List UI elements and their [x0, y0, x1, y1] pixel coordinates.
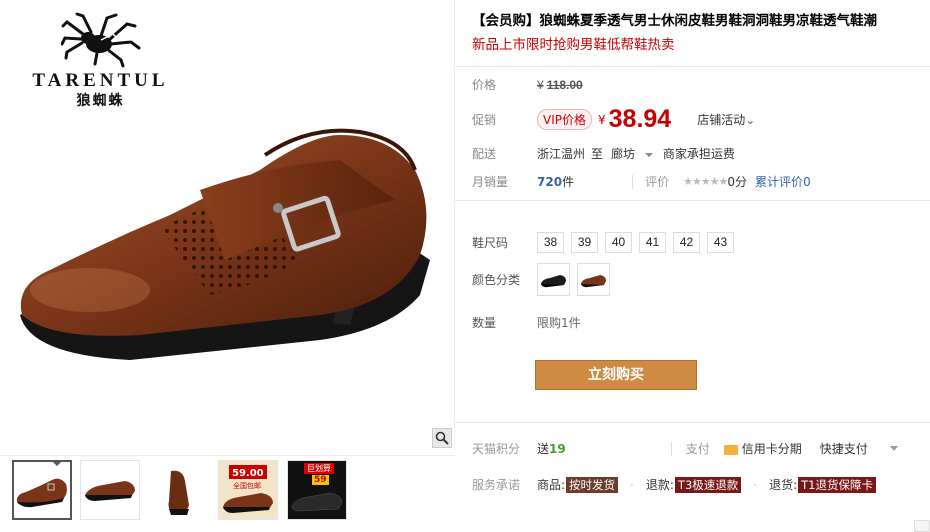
shipping-label: 配送 [472, 147, 497, 161]
original-price: 118.00 [546, 77, 583, 92]
points-label: 天猫积分 [472, 442, 521, 456]
color-option-black[interactable] [537, 263, 570, 296]
return-guarantee-badge[interactable]: T1退货保障卡 [798, 476, 876, 493]
size-option-43[interactable]: 43 [707, 232, 734, 253]
chevron-down-icon: ⌄ [745, 113, 756, 127]
rating-label: 评价 [645, 175, 670, 189]
brand-name-en: TARENTUL [32, 70, 169, 91]
promo-price: 59.00 [232, 468, 264, 479]
size-option-41[interactable]: 41 [639, 232, 666, 253]
monthly-sales-label: 月销量 [472, 175, 509, 189]
credit-installment-link[interactable]: 信用卡分期 [742, 440, 802, 457]
promo-price: 38.94 [608, 105, 672, 133]
goods-label: 商品: [537, 478, 566, 492]
product-title: 【会员购】狼蜘蛛夏季透气男士休闲皮鞋男鞋洞洞鞋男凉鞋透气鞋潮 [472, 13, 877, 29]
shoe-thumb-icon [291, 492, 343, 512]
price-label: 价格 [472, 78, 497, 92]
brown-shoe-icon [581, 275, 606, 288]
size-option-40[interactable]: 40 [605, 232, 632, 253]
points-payment-row: 天猫积分 送 19 支付 信用卡分期 快捷支付 [472, 440, 898, 457]
color-label: 颜色分类 [472, 273, 521, 287]
shoe-thumb-icon [168, 470, 189, 515]
size-option-42[interactable]: 42 [673, 232, 700, 253]
rating-score: 0分 [727, 175, 748, 189]
thumbnail-5[interactable]: 巨划算 59 [287, 460, 347, 520]
shoe-thumb-icon [16, 478, 67, 508]
size-label: 鞋尺码 [472, 236, 509, 250]
spider-logo-icon [60, 12, 140, 68]
shoe-image [20, 128, 430, 360]
fast-refund-badge[interactable]: T3极速退款 [674, 476, 742, 493]
refund-label: 退款: [645, 478, 674, 492]
promo-label: 促销 [472, 113, 497, 127]
quick-pay-link[interactable]: 快捷支付 [820, 440, 868, 457]
service-label: 服务承诺 [472, 478, 521, 492]
brand-logo: TARENTUL 狼蜘蛛 [18, 12, 183, 110]
thumbnail-1[interactable] [12, 460, 72, 520]
service-row: 服务承诺 商品: 按时发货 · 退款: T3极速退款 · 退货: T1退货保障卡 [472, 476, 876, 493]
zoom-button[interactable] [432, 428, 452, 448]
black-shoe-icon [541, 275, 566, 288]
return-label: 退货: [769, 478, 798, 492]
quantity-limit: 限购1件 [537, 316, 581, 330]
active-arrow-icon [52, 462, 62, 466]
color-option-brown[interactable] [577, 263, 610, 296]
quantity-row: 数量 限购1件 [472, 314, 581, 331]
service-area: 天猫积分 送 19 支付 信用卡分期 快捷支付 服务承诺 商品: 按时发货 · … [455, 422, 930, 532]
store-activity-label: 店铺活动 [697, 113, 746, 127]
size-option-38[interactable]: 38 [537, 232, 564, 253]
payment-label: 支付 [685, 442, 710, 456]
promo-price-row: 促销 VIP价格 ¥ 38.94 店铺活动⌄ [472, 105, 755, 134]
monthly-sales-count: 720 [537, 174, 563, 189]
size-row: 鞋尺码 38 39 40 41 42 43 [472, 232, 741, 253]
shipping-row: 配送 浙江温州 至 廊坊 商家承担运费 [472, 145, 735, 162]
shipping-from: 浙江温州 [537, 147, 586, 161]
original-price-row: 价格 ¥ 118.00 [472, 76, 583, 93]
color-row: 颜色分类 [472, 263, 617, 296]
credit-card-icon [723, 444, 738, 455]
product-info-panel: 【会员购】狼蜘蛛夏季透气男士休闲皮鞋男鞋洞洞鞋男凉鞋透气鞋潮 新品上市限时抢购男… [455, 0, 930, 532]
main-product-image[interactable]: TARENTUL 狼蜘蛛 [0, 0, 455, 450]
buy-now-button[interactable]: 立刻购买 [535, 360, 697, 390]
original-price-currency: ¥ [537, 77, 544, 92]
thumbnail-4[interactable]: 59.00 全国包邮 [218, 460, 278, 520]
product-gallery: TARENTUL 狼蜘蛛 59.00 全国包邮 巨划算 59 [0, 0, 455, 532]
shipping-fee: 商家承担运费 [662, 147, 735, 161]
thumbnail-3[interactable] [148, 460, 208, 520]
thumbnail-2[interactable] [80, 460, 140, 520]
separator-dot: · [753, 477, 758, 492]
divider [632, 174, 634, 189]
points-value: 19 [549, 441, 566, 456]
payment-dropdown-icon[interactable] [889, 446, 898, 451]
product-subtitle: 新品上市限时抢购男鞋低帮鞋热卖 [472, 37, 675, 53]
shipping-destination-dropdown[interactable]: 廊坊 [611, 145, 653, 162]
shoe-thumb-icon [85, 481, 135, 501]
vip-price-tag: VIP价格 [537, 109, 592, 130]
cumulative-reviews-link[interactable]: 累计评价0 [755, 173, 811, 190]
brand-name-cn: 狼蜘蛛 [76, 93, 125, 109]
shipping-destination: 廊坊 [611, 147, 636, 161]
price-area: 价格 ¥ 118.00 促销 VIP价格 ¥ 38.94 店铺活动⌄ 配送 浙江… [455, 66, 930, 201]
thumbnail-strip: 59.00 全国包邮 巨划算 59 [0, 455, 455, 532]
sales-row: 月销量 720 件 评价 ★★★★★ 0分 累计评价0 [472, 173, 811, 190]
promo-price: 59 [312, 475, 329, 485]
quantity-label: 数量 [472, 316, 497, 330]
promo-currency: ¥ [598, 112, 606, 127]
points-text: 送 [537, 442, 550, 456]
separator-dot: · [630, 477, 634, 492]
store-activity-dropdown[interactable]: 店铺活动⌄ [697, 111, 755, 128]
shipping-to-word: 至 [591, 147, 604, 161]
cumulative-reviews-count: 0 [803, 175, 811, 189]
cumulative-reviews-label: 累计评价 [755, 175, 804, 189]
on-time-shipping-badge[interactable]: 按时发货 [566, 476, 619, 493]
caret-down-icon [644, 152, 653, 157]
magnifier-icon [435, 431, 449, 445]
promo-caption: 巨划算 [304, 463, 334, 474]
size-option-39[interactable]: 39 [571, 232, 598, 253]
rating-stars-icon: ★★★★★ [683, 175, 728, 188]
divider [670, 441, 672, 456]
monthly-sales-unit: 件 [562, 175, 575, 189]
shoe-thumb-icon [223, 493, 273, 513]
scroll-corner[interactable] [914, 520, 930, 532]
